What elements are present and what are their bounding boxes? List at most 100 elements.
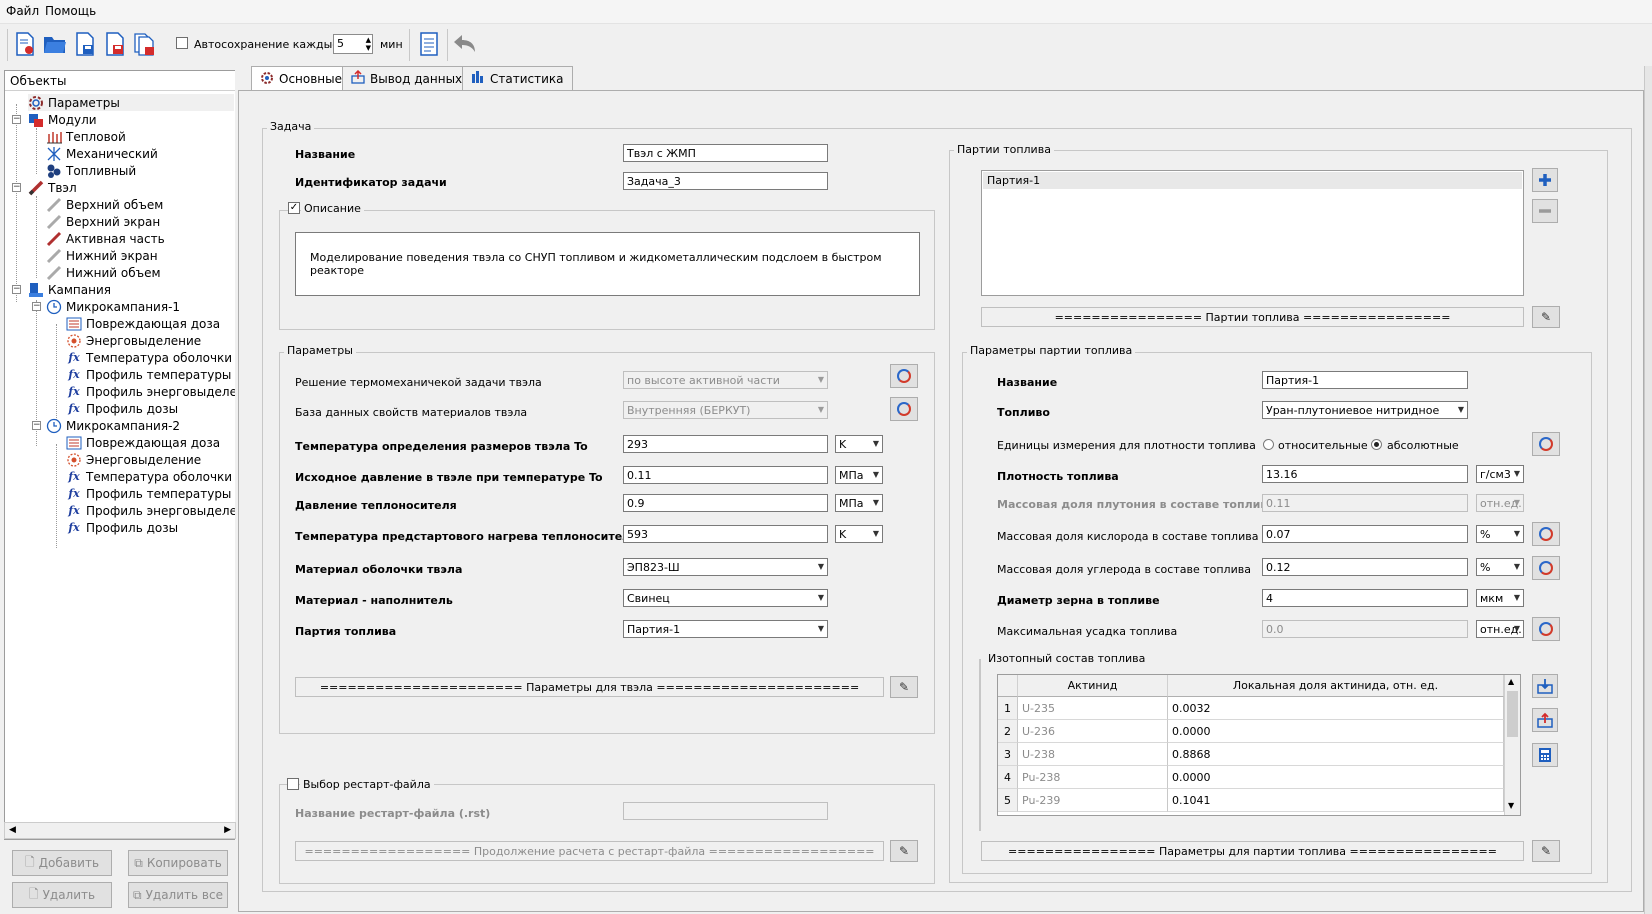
save-file-icon[interactable] [72, 30, 98, 58]
radio-absolute[interactable] [1371, 439, 1382, 450]
scroll-right-icon[interactable]: ▶ [224, 825, 231, 835]
tree-item-upper-screen[interactable]: Верхний экран [46, 213, 160, 230]
edit-batches-button[interactable]: ✎ [1532, 306, 1560, 328]
column-header-actinide[interactable]: Актинид [1018, 675, 1168, 697]
tree-item-modules[interactable]: Модули [28, 111, 97, 128]
tree-item-campaign[interactable]: Кампания [28, 281, 111, 298]
table-vertical-scrollbar[interactable]: ▲ ▼ [1504, 675, 1520, 815]
menu-help[interactable]: Помощь [45, 4, 96, 18]
edit-params-button[interactable]: ✎ [890, 676, 918, 698]
tree-item-damage-dose[interactable]: Повреждающая доза [66, 315, 220, 332]
tab-statistics[interactable]: Статистика [462, 66, 573, 90]
grain-input[interactable]: 4 [1262, 589, 1468, 607]
param-coolant-pressure-input[interactable]: 0.9 [623, 494, 828, 512]
tree-item-microcampaign-1[interactable]: Микрокампания-1 [46, 298, 180, 315]
collapse-toggle[interactable]: − [12, 115, 21, 124]
batches-list[interactable]: Партия-1 [981, 170, 1524, 296]
tree-item-cladding-temp[interactable]: fx Температура оболочки [66, 468, 232, 485]
tree-item-energy-profile[interactable]: fx Профиль энерговыделения [66, 502, 259, 519]
delete-button[interactable]: 🗋 Удалить [12, 882, 112, 908]
export-isotopes-button[interactable] [1532, 708, 1558, 732]
row-number[interactable]: 5 [998, 789, 1018, 812]
tree-item-dose-profile[interactable]: fx Профиль дозы [66, 400, 178, 417]
row-number[interactable]: 2 [998, 720, 1018, 743]
tree-horizontal-scrollbar[interactable]: ◀ ▶ [4, 822, 236, 839]
batch-name-input[interactable]: Партия-1 [1262, 371, 1468, 389]
edit-restart-button[interactable]: ✎ [890, 840, 918, 862]
tree-item-microcampaign-2[interactable]: Микрокампания-2 [46, 417, 180, 434]
task-id-input[interactable]: Задача_3 [623, 172, 828, 190]
oxygen-unit[interactable]: % [1476, 525, 1524, 543]
tree-item-lower-screen[interactable]: Нижний экран [46, 247, 158, 264]
restart-file-input[interactable] [623, 802, 828, 820]
tree-item-active-part[interactable]: Активная часть [46, 230, 165, 247]
tree-item-thermal[interactable]: Тепловой [46, 128, 126, 145]
tree-item-upper-volume[interactable]: Верхний объем [46, 196, 163, 213]
carbon-input[interactable]: 0.12 [1262, 558, 1468, 576]
reset-button[interactable] [1532, 556, 1560, 580]
fraction-cell[interactable]: 0.0000 [1168, 766, 1504, 789]
param-database-select[interactable]: Внутренняя (БЕРКУТ) [623, 401, 828, 419]
collapse-toggle[interactable]: − [12, 285, 21, 294]
calculate-isotopes-button[interactable] [1532, 743, 1558, 767]
param-filler-select[interactable]: Свинец [623, 589, 828, 607]
import-isotopes-button[interactable] [1532, 674, 1558, 698]
param-cladding-select[interactable]: ЭП823-Ш [623, 558, 828, 576]
param-pressure-unit[interactable]: МПа [835, 466, 883, 484]
shrinkage-unit[interactable]: отн.ед. [1476, 620, 1524, 638]
param-coolant-pressure-unit[interactable]: МПа [835, 494, 883, 512]
reset-button[interactable] [1532, 617, 1560, 641]
batch-fuel-select[interactable]: Уран-плутониевое нитридное [1262, 401, 1468, 419]
add-button[interactable]: 🗋 Добавить [12, 850, 112, 876]
new-file-icon[interactable] [12, 30, 38, 58]
tree-item-mechanical[interactable]: Механический [46, 145, 158, 162]
reset-button[interactable] [1532, 522, 1560, 546]
tab-basic[interactable]: Основные [251, 66, 352, 91]
param-preheat-unit[interactable]: K [835, 525, 883, 543]
open-folder-icon[interactable] [42, 30, 68, 58]
param-pressure-input[interactable]: 0.11 [623, 466, 828, 484]
row-number[interactable]: 4 [998, 766, 1018, 789]
plutonium-input[interactable]: 0.11 [1262, 494, 1468, 512]
param-solution-select[interactable]: по высоте активной части [623, 371, 828, 389]
plutonium-unit[interactable]: отн.ед. [1476, 494, 1524, 512]
radio-relative[interactable] [1263, 439, 1274, 450]
edit-batch-params-button[interactable]: ✎ [1532, 840, 1560, 862]
scroll-down-icon[interactable]: ▼ [1508, 801, 1514, 810]
scroll-thumb[interactable] [1507, 691, 1518, 737]
param-preheat-input[interactable]: 593 [623, 525, 828, 543]
column-header-fraction[interactable]: Локальная доля актинида, отн. ед. [1168, 675, 1504, 697]
restart-checkbox[interactable] [287, 778, 299, 790]
oxygen-input[interactable]: 0.07 [1262, 525, 1468, 543]
fraction-cell[interactable]: 0.0032 [1168, 697, 1504, 720]
collapse-toggle[interactable]: − [32, 302, 41, 311]
autosave-checkbox[interactable] [176, 37, 188, 49]
scroll-left-icon[interactable]: ◀ [9, 825, 16, 835]
remove-batch-button[interactable] [1532, 199, 1558, 223]
delete-all-button[interactable]: ⧉ Удалить все [128, 882, 228, 908]
param-temp-unit[interactable]: K [835, 435, 883, 453]
scroll-up-icon[interactable]: ▲ [1508, 677, 1514, 686]
autosave-interval-spinner[interactable]: 5 ▲ ▼ [333, 34, 373, 54]
tree-item-fuel[interactable]: Топливный [46, 162, 136, 179]
tab-output[interactable]: Вывод данных [342, 66, 472, 90]
description-checkbox[interactable]: ✓ [288, 202, 300, 214]
grain-unit[interactable]: мкм [1476, 589, 1524, 607]
carbon-unit[interactable]: % [1476, 558, 1524, 576]
reset-button[interactable] [1532, 432, 1560, 456]
batch-list-item[interactable]: Партия-1 [983, 172, 1522, 189]
save-all-icon[interactable] [132, 30, 158, 58]
tree-item-cladding-temp[interactable]: fx Температура оболочки [66, 349, 232, 366]
row-number[interactable]: 3 [998, 743, 1018, 766]
tree-item-energy-release[interactable]: Энерговыделение [66, 451, 201, 468]
collapse-toggle[interactable]: − [12, 183, 21, 192]
report-icon[interactable] [416, 30, 442, 58]
tree-item-parameters[interactable]: Параметры [28, 94, 234, 111]
tree-item-dose-profile[interactable]: fx Профиль дозы [66, 519, 178, 536]
spinner-arrows-icon[interactable]: ▲ ▼ [366, 36, 371, 52]
reset-button[interactable] [890, 397, 918, 421]
fraction-cell[interactable]: 0.1041 [1168, 789, 1504, 812]
fraction-cell[interactable]: 0.0000 [1168, 720, 1504, 743]
density-input[interactable]: 13.16 [1262, 465, 1468, 483]
tree-item-damage-dose[interactable]: Повреждающая доза [66, 434, 220, 451]
